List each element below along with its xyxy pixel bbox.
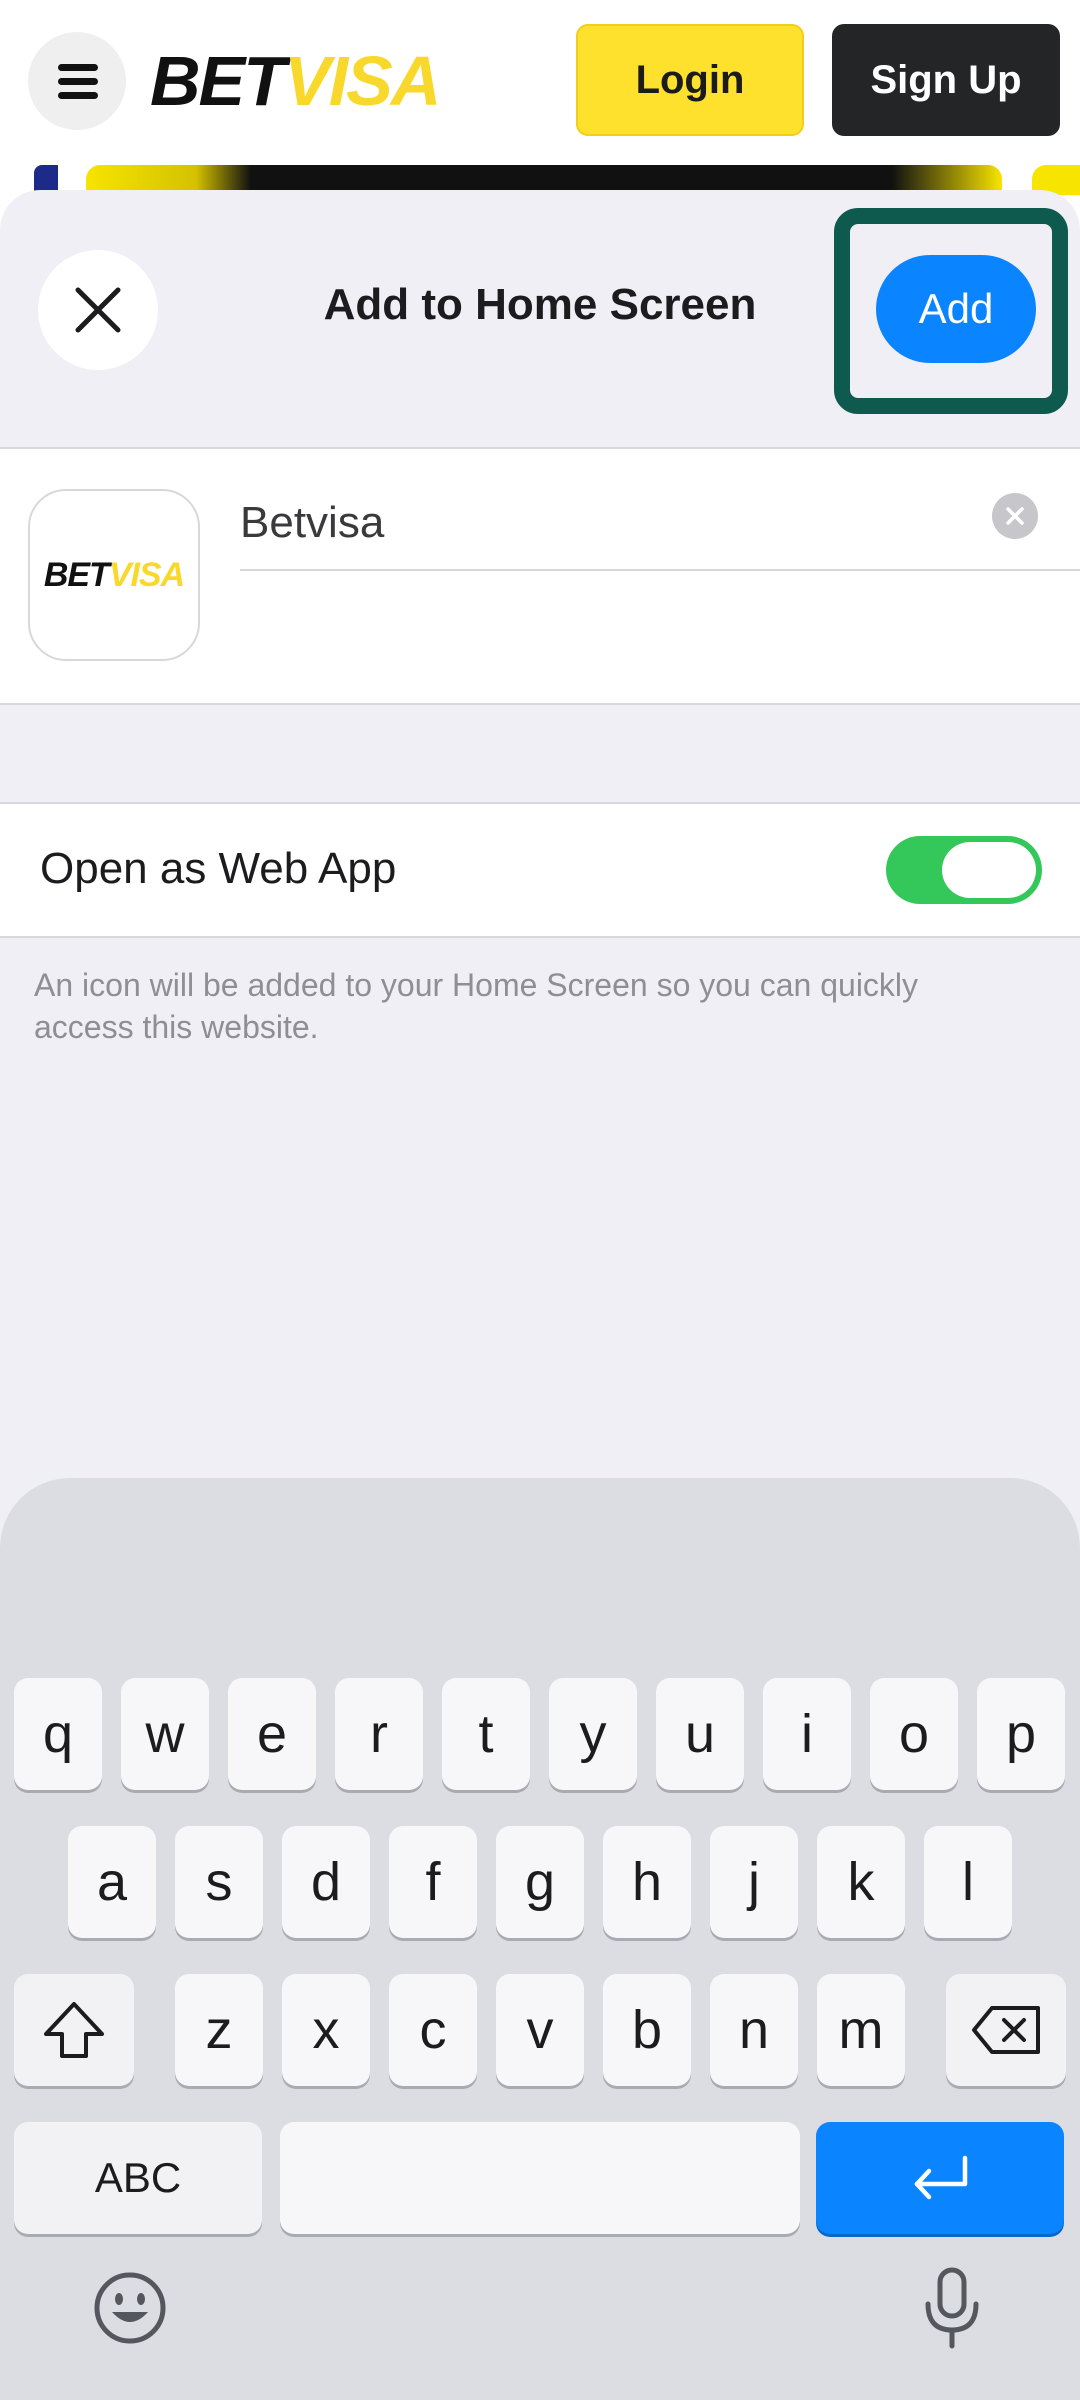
emoji-button[interactable] (88, 2266, 172, 2350)
key-a[interactable]: a (68, 1826, 156, 1938)
key-f[interactable]: f (389, 1826, 477, 1938)
web-app-label: Open as Web App (40, 844, 397, 893)
brand-logo[interactable]: BETVISA (150, 38, 441, 124)
key-i[interactable]: i (763, 1678, 851, 1790)
close-button[interactable] (38, 250, 158, 370)
key-l[interactable]: l (924, 1826, 1012, 1938)
open-as-web-app-row: Open as Web App (0, 802, 1080, 938)
shift-key[interactable] (14, 1974, 134, 2086)
site-header: BETVISA Login Sign Up (0, 0, 1080, 165)
key-z[interactable]: z (175, 1974, 263, 2086)
backspace-icon (972, 2006, 1040, 2054)
emoji-icon (94, 2272, 166, 2344)
key-q[interactable]: q (14, 1678, 102, 1790)
app-name-section: BETVISA Betvisa (0, 447, 1080, 705)
space-key[interactable] (280, 2122, 800, 2234)
key-x[interactable]: x (282, 1974, 370, 2086)
key-r[interactable]: r (335, 1678, 423, 1790)
key-y[interactable]: y (549, 1678, 637, 1790)
footnote-text: An icon will be added to your Home Scree… (34, 967, 919, 1045)
app-icon: BETVISA (28, 489, 200, 661)
return-key[interactable] (816, 2122, 1064, 2234)
key-p[interactable]: p (977, 1678, 1065, 1790)
key-c[interactable]: c (389, 1974, 477, 2086)
login-button[interactable]: Login (576, 24, 804, 136)
shift-icon (44, 2002, 104, 2058)
menu-icon[interactable] (28, 32, 126, 130)
sheet-title: Add to Home Screen (323, 280, 757, 329)
signup-button[interactable]: Sign Up (832, 24, 1060, 136)
close-icon (75, 287, 121, 333)
key-g[interactable]: g (496, 1826, 584, 1938)
key-k[interactable]: k (817, 1826, 905, 1938)
key-t[interactable]: t (442, 1678, 530, 1790)
key-e[interactable]: e (228, 1678, 316, 1790)
add-button[interactable]: Add (876, 255, 1036, 363)
key-n[interactable]: n (710, 1974, 798, 2086)
key-o[interactable]: o (870, 1678, 958, 1790)
clear-icon (1006, 507, 1024, 525)
web-app-toggle[interactable] (886, 836, 1042, 904)
key-u[interactable]: u (656, 1678, 744, 1790)
key-d[interactable]: d (282, 1826, 370, 1938)
microphone-icon (925, 2267, 979, 2349)
key-w[interactable]: w (121, 1678, 209, 1790)
app-name-input[interactable]: Betvisa (240, 489, 1030, 557)
key-b[interactable]: b (603, 1974, 691, 2086)
backspace-key[interactable] (946, 1974, 1066, 2086)
keyboard: q w e r t y u i o p a s d f g h j k l z … (0, 1478, 1080, 2400)
key-v[interactable]: v (496, 1974, 584, 2086)
toggle-knob (942, 842, 1036, 898)
input-underline (240, 569, 1080, 571)
key-j[interactable]: j (710, 1826, 798, 1938)
abc-key[interactable]: ABC (14, 2122, 262, 2234)
key-s[interactable]: s (175, 1826, 263, 1938)
key-h[interactable]: h (603, 1826, 691, 1938)
return-icon (914, 2155, 968, 2200)
clear-text-button[interactable] (992, 493, 1038, 539)
key-m[interactable]: m (817, 1974, 905, 2086)
dictation-button[interactable] (912, 2264, 992, 2352)
